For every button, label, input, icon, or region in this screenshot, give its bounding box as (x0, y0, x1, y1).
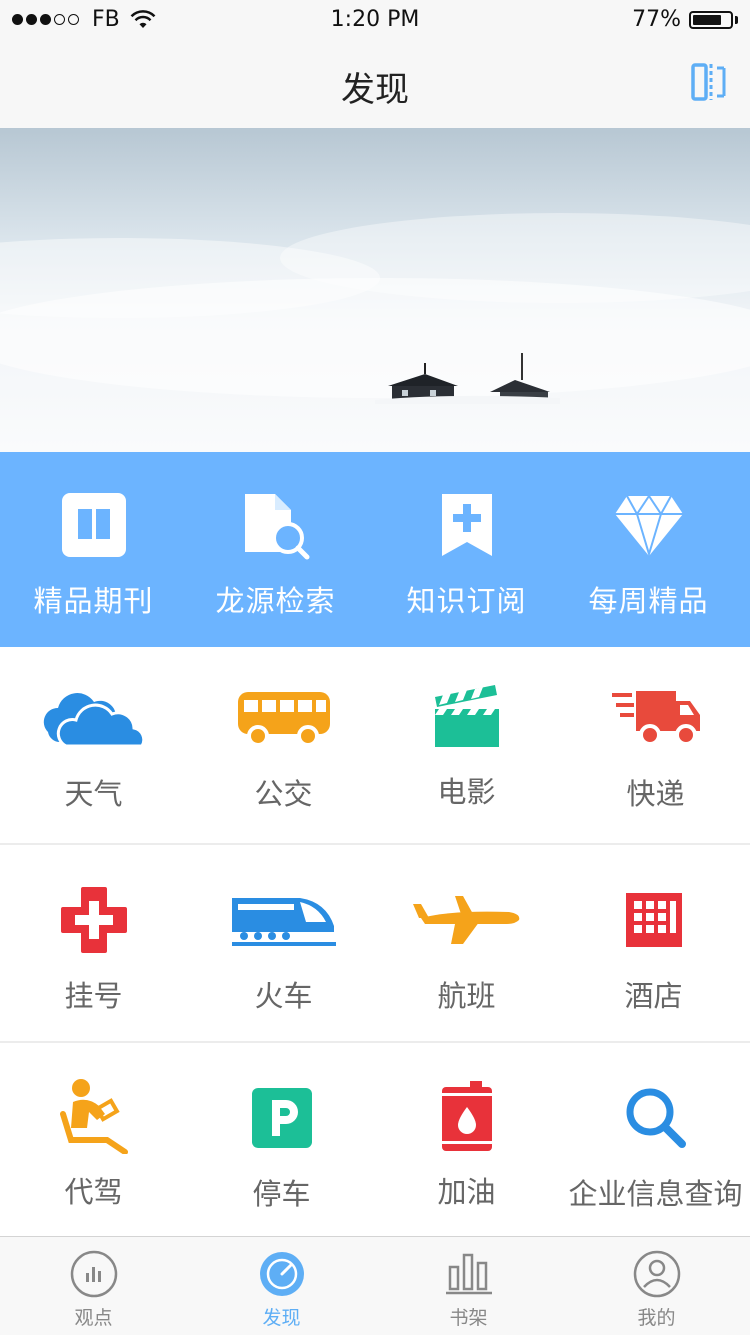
feature-label: 知识订阅 (406, 584, 527, 618)
feature-label: 精品期刊 (33, 584, 154, 618)
fuel-barrel-icon (441, 1081, 492, 1151)
service-label: 火车 (254, 979, 313, 1013)
service-label: 快递 (626, 777, 685, 811)
diamond-icon (614, 494, 683, 558)
chart-circle-icon (70, 1250, 117, 1298)
service-label: 代驾 (64, 1175, 123, 1209)
service-registration[interactable]: 挂号 (0, 885, 187, 1015)
service-parking[interactable]: 停车 (188, 1083, 375, 1213)
tab-viewpoints[interactable]: 观点 (0, 1249, 187, 1330)
bookmark-add-icon (441, 494, 492, 556)
magnifier-icon (626, 1088, 686, 1148)
service-flight[interactable]: 航班 (373, 885, 560, 1015)
service-label: 天气 (64, 777, 123, 811)
tab-label: 我的 (637, 1307, 676, 1329)
feature-weekly[interactable]: 每周精品 (555, 490, 742, 620)
parking-icon (251, 1088, 312, 1148)
service-train[interactable]: 火车 (190, 885, 377, 1015)
user-icon (633, 1250, 680, 1298)
bus-icon (237, 692, 330, 747)
medical-cross-icon (60, 887, 127, 953)
reader-icon[interactable] (690, 62, 730, 102)
compass-icon (259, 1252, 304, 1296)
service-label: 挂号 (64, 979, 123, 1013)
tab-mine[interactable]: 我的 (563, 1249, 750, 1330)
navigation-bar: 发现 (0, 40, 750, 128)
service-delivery[interactable]: 快递 (562, 683, 749, 813)
service-label: 停车 (252, 1177, 311, 1211)
service-row-3: 代驾 停车 加油 企业信息查询 (0, 1043, 750, 1233)
service-fuel[interactable]: 加油 (373, 1081, 560, 1211)
airplane-icon (412, 896, 519, 944)
cloud-icon (43, 693, 145, 748)
service-chauffeur[interactable]: 代驾 (0, 1079, 187, 1211)
bookshelf-icon (445, 1253, 492, 1295)
tab-discover[interactable]: 发现 (188, 1249, 375, 1330)
hotel-icon (625, 893, 682, 947)
battery-percent: 77% (632, 7, 681, 32)
service-label: 酒店 (624, 979, 683, 1013)
book-icon (61, 493, 126, 557)
clapperboard-icon (434, 685, 499, 747)
feature-subscribe[interactable]: 知识订阅 (373, 490, 560, 620)
featured-panel: 精品期刊 龙源检索 知识订阅 每周精品 (0, 452, 750, 647)
delivery-truck-icon (611, 691, 700, 746)
service-row-1: 天气 公交 电影 快递 (0, 647, 750, 845)
tab-label: 观点 (74, 1307, 113, 1329)
service-label: 加油 (437, 1175, 496, 1209)
tab-label: 书架 (449, 1307, 488, 1329)
service-label: 企业信息查询 (568, 1177, 743, 1211)
tab-bar: 观点 发现 书架 我的 (0, 1236, 750, 1335)
service-company-lookup[interactable]: 企业信息查询 (563, 1083, 748, 1213)
banner-image[interactable] (0, 128, 750, 452)
page-title: 发现 (341, 70, 409, 110)
train-icon (231, 898, 336, 946)
status-bar: FB 1:20 PM 77% (0, 0, 750, 40)
document-search-icon (244, 494, 309, 560)
service-label: 公交 (254, 777, 313, 811)
driver-icon (59, 1079, 128, 1154)
tab-label: 发现 (262, 1307, 301, 1329)
feature-label: 龙源检索 (215, 584, 336, 618)
service-bus[interactable]: 公交 (190, 683, 377, 813)
feature-search[interactable]: 龙源检索 (182, 490, 369, 620)
feature-label: 每周精品 (588, 584, 709, 618)
battery-icon (689, 10, 733, 29)
tab-bookshelf[interactable]: 书架 (375, 1249, 562, 1330)
status-right: 77% (632, 7, 738, 32)
service-hotel[interactable]: 酒店 (560, 885, 747, 1015)
service-weather[interactable]: 天气 (0, 683, 187, 813)
service-row-2: 挂号 火车 航班 酒店 (0, 845, 750, 1043)
service-label: 航班 (437, 979, 496, 1013)
service-movie[interactable]: 电影 (373, 681, 560, 811)
feature-journals[interactable]: 精品期刊 (0, 490, 187, 620)
service-label: 电影 (437, 775, 496, 809)
